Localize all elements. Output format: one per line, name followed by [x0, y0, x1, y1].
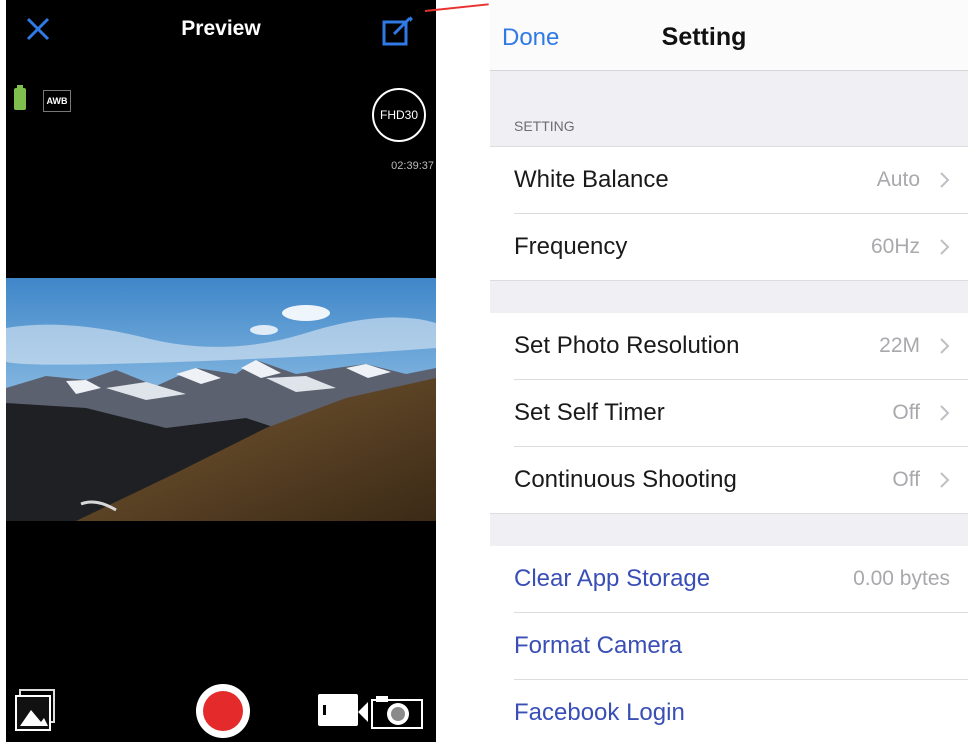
- setting-row-clear-app-storage[interactable]: Clear App Storage 0.00 bytes: [490, 546, 968, 612]
- chevron-right-icon: [940, 338, 950, 354]
- awb-badge: AWB: [43, 90, 71, 112]
- settings-screen: Done Setting SETTING White Balance Auto …: [490, 0, 968, 742]
- setting-label: White Balance: [514, 166, 669, 193]
- clear-app-storage-button[interactable]: Clear App Storage: [514, 565, 710, 593]
- facebook-login-button[interactable]: Facebook Login: [514, 699, 685, 727]
- setting-value: Off: [892, 401, 920, 424]
- live-preview-image: [6, 278, 436, 521]
- setting-value: Off: [892, 468, 920, 491]
- section-header: SETTING: [514, 118, 575, 134]
- chevron-right-icon: [940, 239, 950, 255]
- setting-value: 22M: [879, 334, 920, 357]
- camera-switch-icon[interactable]: [358, 694, 424, 730]
- setting-label: Continuous Shooting: [514, 466, 737, 493]
- chevron-right-icon: [940, 405, 950, 421]
- chevron-right-icon: [940, 172, 950, 188]
- preview-title: Preview: [181, 17, 261, 40]
- recording-time: 02:39:37: [391, 160, 434, 172]
- setting-row-frequency[interactable]: Frequency 60Hz: [490, 214, 968, 280]
- settings-title: Setting: [661, 23, 747, 51]
- setting-value: 60Hz: [870, 235, 920, 258]
- format-camera-button[interactable]: Format Camera: [514, 632, 682, 660]
- setting-row-photo-resolution[interactable]: Set Photo Resolution 22M: [490, 313, 968, 379]
- chevron-right-icon: [940, 472, 950, 488]
- storage-size-value: 0.00 bytes: [853, 567, 950, 590]
- setting-row-facebook-login[interactable]: Facebook Login: [490, 680, 968, 742]
- camera-preview-screen: Preview AWB FHD30 02:39:37: [6, 0, 436, 742]
- edit-settings-icon[interactable]: [380, 14, 414, 48]
- resolution-badge[interactable]: FHD30: [372, 88, 426, 142]
- group-separator: [490, 280, 968, 314]
- setting-row-white-balance[interactable]: White Balance Auto: [490, 147, 968, 213]
- setting-label: Set Self Timer: [514, 399, 665, 426]
- battery-icon: [14, 85, 26, 110]
- record-icon: [203, 691, 243, 731]
- setting-value: Auto: [876, 168, 920, 191]
- setting-row-format-camera[interactable]: Format Camera: [490, 613, 968, 679]
- setting-label: Set Photo Resolution: [514, 332, 740, 359]
- section-header-area: [490, 71, 968, 147]
- record-button[interactable]: [196, 684, 250, 738]
- group-separator: [490, 513, 968, 547]
- preview-top-bar: Preview: [6, 0, 436, 60]
- setting-row-self-timer[interactable]: Set Self Timer Off: [490, 380, 968, 446]
- setting-label: Frequency: [514, 233, 628, 260]
- gallery-icon[interactable]: [14, 688, 56, 732]
- video-mode-icon[interactable]: [318, 694, 358, 726]
- settings-nav-bar: Done Setting: [490, 0, 968, 71]
- setting-row-continuous-shooting[interactable]: Continuous Shooting Off: [490, 447, 968, 513]
